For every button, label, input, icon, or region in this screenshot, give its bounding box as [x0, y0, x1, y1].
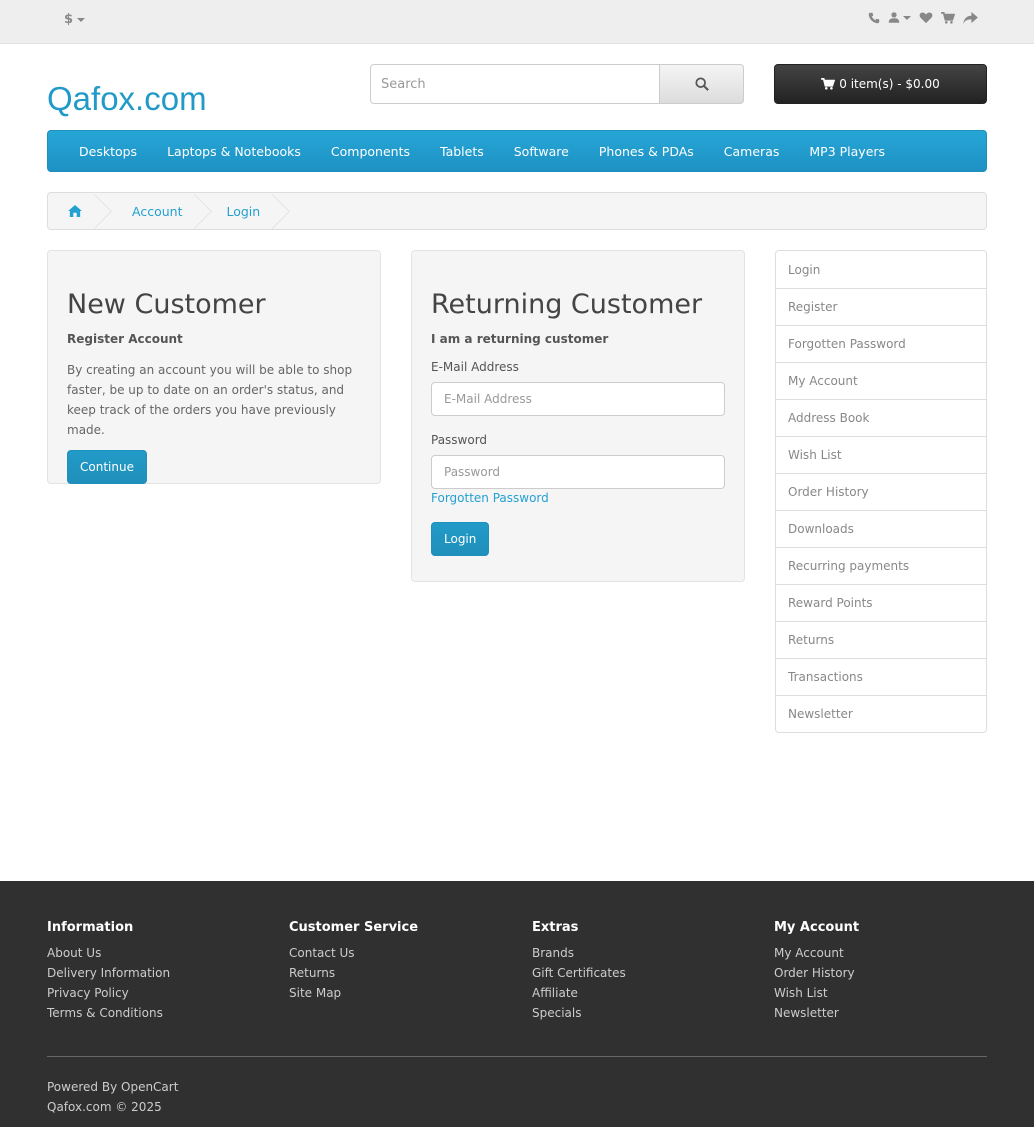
sidebar-item-order-history[interactable]: Order History — [776, 473, 986, 510]
footer-heading: My Account — [774, 920, 860, 935]
currency-symbol: $ — [64, 12, 74, 27]
menu-item-cameras[interactable]: Cameras — [709, 144, 795, 159]
sidebar-item-returns[interactable]: Returns — [776, 621, 986, 658]
sidebar-item-my-account[interactable]: My Account — [776, 362, 986, 399]
menu-item-desktops[interactable]: Desktops — [64, 144, 152, 159]
footer-link-order-history[interactable]: Order History — [774, 963, 859, 983]
cart-total: 0 item(s) - $0.00 — [839, 77, 940, 91]
footer-link-sitemap[interactable]: Site Map — [289, 983, 418, 1003]
sidebar-item-newsletter[interactable]: Newsletter — [776, 695, 986, 732]
footer-link-wish-list[interactable]: Wish List — [774, 983, 859, 1003]
cart-icon — [821, 78, 836, 90]
password-field[interactable] — [431, 455, 725, 489]
footer-link-returns[interactable]: Returns — [289, 963, 418, 983]
search-icon — [694, 77, 709, 91]
sidebar-item-recurring-payments[interactable]: Recurring payments — [776, 547, 986, 584]
footer-extras: Extras Brands Gift Certificates Affiliat… — [532, 920, 626, 1023]
currency-dropdown[interactable]: $ — [64, 12, 86, 27]
footer-link-privacy[interactable]: Privacy Policy — [47, 983, 170, 1003]
menu-item-components[interactable]: Components — [316, 144, 425, 159]
cart-button[interactable]: 0 item(s) - $0.00 — [774, 64, 987, 104]
footer-divider — [47, 1056, 987, 1057]
breadcrumb-home[interactable] — [48, 193, 104, 229]
search-bar — [370, 64, 744, 104]
site-logo[interactable]: Qafox.com — [47, 80, 207, 118]
footer: Information About Us Delivery Informatio… — [0, 881, 1034, 1127]
footer-link-affiliate[interactable]: Affiliate — [532, 983, 626, 1003]
powered-by-text: Powered By — [47, 1080, 118, 1094]
footer-link-gift-certificates[interactable]: Gift Certificates — [532, 963, 626, 983]
menu-item-laptops[interactable]: Laptops & Notebooks — [152, 144, 316, 159]
footer-heading: Extras — [532, 920, 579, 935]
footer-my-account: My Account My Account Order History Wish… — [774, 920, 859, 1023]
cart-icon[interactable] — [941, 11, 955, 24]
new-customer-title: New Customer — [67, 289, 266, 320]
breadcrumb: Account Login — [47, 192, 987, 230]
sidebar-item-downloads[interactable]: Downloads — [776, 510, 986, 547]
sidebar-item-address-book[interactable]: Address Book — [776, 399, 986, 436]
returning-customer-heading: I am a returning customer — [431, 332, 609, 346]
sidebar-item-wish-list[interactable]: Wish List — [776, 436, 986, 473]
opencart-link[interactable]: OpenCart — [121, 1080, 178, 1094]
copyright-text: Qafox.com © 2025 — [47, 1100, 162, 1114]
forgotten-password-link[interactable]: Forgotten Password — [431, 491, 725, 505]
menu-item-software[interactable]: Software — [499, 144, 584, 159]
login-button[interactable]: Login — [431, 522, 490, 556]
footer-link-my-account[interactable]: My Account — [774, 943, 859, 963]
footer-link-delivery[interactable]: Delivery Information — [47, 963, 170, 983]
continue-button[interactable]: Continue — [67, 450, 147, 484]
heart-icon[interactable] — [919, 12, 933, 24]
sidebar-item-register[interactable]: Register — [776, 288, 986, 325]
chevron-down-icon — [77, 17, 86, 22]
email-field[interactable] — [431, 382, 725, 416]
sidebar-item-forgotten-password[interactable]: Forgotten Password — [776, 325, 986, 362]
chevron-down-icon — [903, 15, 911, 20]
new-customer-panel: New Customer Register Account By creatin… — [47, 250, 381, 484]
returning-customer-panel: Returning Customer I am a returning cust… — [411, 250, 745, 582]
footer-information: Information About Us Delivery Informatio… — [47, 920, 170, 1023]
footer-powered: Powered By OpenCart Qafox.com © 2025 — [47, 1077, 178, 1117]
top-bar: $ — [0, 0, 1034, 44]
menu-item-mp3[interactable]: MP3 Players — [794, 144, 900, 159]
footer-link-newsletter[interactable]: Newsletter — [774, 1003, 859, 1023]
footer-link-contact[interactable]: Contact Us — [289, 943, 418, 963]
phone-icon[interactable] — [868, 12, 880, 24]
footer-link-terms[interactable]: Terms & Conditions — [47, 1003, 170, 1023]
share-icon[interactable] — [963, 11, 978, 24]
breadcrumb-account[interactable]: Account — [104, 193, 204, 229]
password-label: Password — [431, 433, 488, 447]
sidebar-item-login[interactable]: Login — [776, 251, 986, 288]
footer-customer-service: Customer Service Contact Us Returns Site… — [289, 920, 418, 1003]
search-button[interactable] — [660, 64, 744, 104]
account-sidebar: Login Register Forgotten Password My Acc… — [775, 250, 987, 733]
footer-heading: Customer Service — [289, 920, 419, 935]
register-account-heading: Register Account — [67, 332, 183, 346]
footer-link-about-us[interactable]: About Us — [47, 943, 170, 963]
footer-heading: Information — [47, 920, 134, 935]
top-links — [868, 11, 978, 24]
menu-item-phones[interactable]: Phones & PDAs — [584, 144, 709, 159]
footer-link-specials[interactable]: Specials — [532, 1003, 626, 1023]
user-icon — [888, 12, 900, 23]
email-label: E-Mail Address — [431, 360, 519, 374]
account-dropdown[interactable] — [888, 11, 911, 24]
breadcrumb-login[interactable]: Login — [204, 193, 282, 229]
sidebar-item-reward-points[interactable]: Reward Points — [776, 584, 986, 621]
home-icon — [68, 205, 82, 217]
returning-customer-title: Returning Customer — [431, 289, 703, 320]
search-input[interactable] — [370, 64, 660, 104]
footer-link-brands[interactable]: Brands — [532, 943, 626, 963]
sidebar-item-transactions[interactable]: Transactions — [776, 658, 986, 695]
menu-item-tablets[interactable]: Tablets — [425, 144, 499, 159]
new-customer-description: By creating an account you will be able … — [67, 363, 353, 437]
main-menu: Desktops Laptops & Notebooks Components … — [47, 130, 987, 172]
